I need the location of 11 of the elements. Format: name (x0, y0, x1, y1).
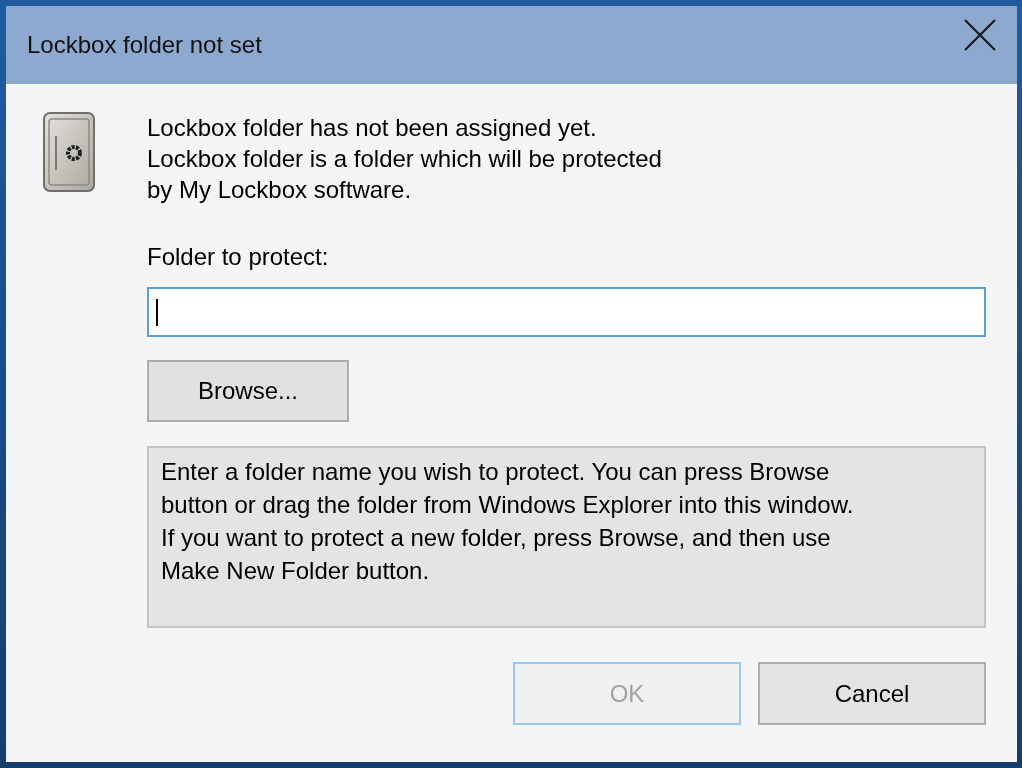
close-icon (964, 19, 996, 51)
dialog-button[interactable]: Cancel (758, 662, 986, 725)
message-text: Lockbox folder has not been assigned yet. Lockbox folder is a folder which will be protected by My Lockbox software. (147, 113, 663, 205)
text-caret-icon (156, 298, 158, 326)
field-label: Folder to protect: (147, 242, 329, 272)
folder-input-field[interactable] (147, 287, 986, 337)
close-button[interactable] (963, 18, 997, 52)
window-title: Lockbox folder not set (27, 31, 262, 59)
browse-button[interactable]: Browse... (147, 360, 349, 422)
safe-icon (43, 112, 95, 192)
hint-text: Enter a folder name you wish to protect. You can press Browse button or drag the folder from Windows Explorer into this window. If you want to protect a new folder, press Browse, and then use Make New Folder button. (147, 446, 986, 628)
